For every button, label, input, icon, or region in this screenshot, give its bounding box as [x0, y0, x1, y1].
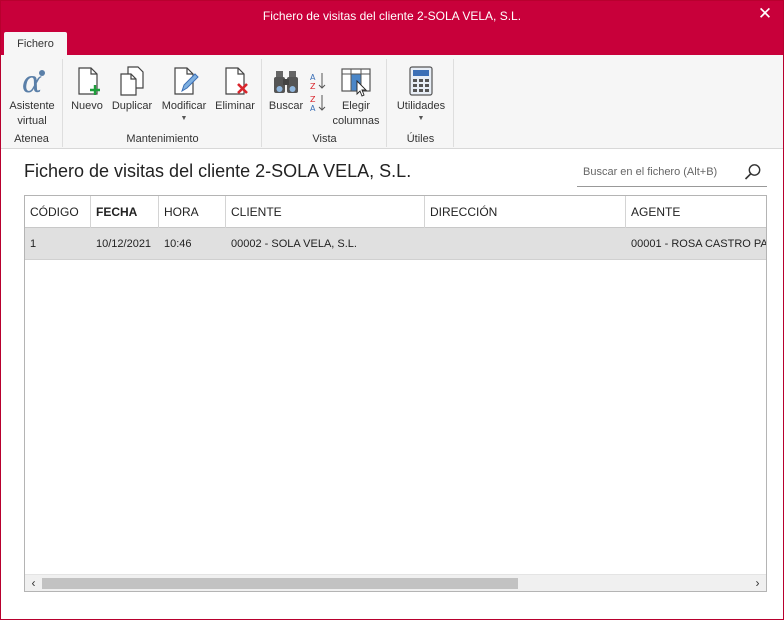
column-header-cliente[interactable]: CLIENTE: [226, 196, 425, 228]
column-header-direccion[interactable]: DIRECCIÓN: [425, 196, 626, 228]
asistente-label-2: virtual: [17, 115, 47, 127]
modificar-label: Modificar: [161, 100, 207, 112]
buscar-label: Buscar: [268, 100, 304, 112]
cell-codigo: 1: [30, 238, 37, 250]
column-header-hora[interactable]: HORA: [159, 196, 226, 228]
column-header-fecha[interactable]: FECHA: [91, 196, 159, 228]
table-row[interactable]: 1 10/12/2021 10:46 00002 - SOLA VELA, S.…: [25, 228, 766, 260]
group-label-utiles: Útiles: [406, 133, 435, 145]
new-document-icon: [78, 67, 100, 95]
ribbon-group-utiles: Utilidades ▼ Útiles: [388, 59, 454, 147]
sort-az-icon: A Z Z A: [310, 73, 326, 113]
nuevo-label: Nuevo: [71, 100, 103, 112]
svg-text:Z: Z: [310, 95, 316, 104]
ribbon-group-atenea: α Asistente virtual Atenea: [1, 59, 63, 147]
group-label-mantenimiento: Mantenimiento: [126, 133, 199, 145]
binoculars-icon: [274, 71, 298, 93]
search-icon[interactable]: [743, 162, 763, 182]
utilidades-label: Utilidades: [396, 100, 446, 112]
column-header-agente[interactable]: AGENTE: [626, 196, 766, 228]
search-input[interactable]: Buscar en el fichero (Alt+B): [577, 159, 767, 187]
title-bar: Fichero de visitas del cliente 2-SOLA VE…: [1, 1, 783, 31]
duplicate-icon: [120, 66, 144, 96]
page-title: Fichero de visitas del cliente 2-SOLA VE…: [24, 161, 412, 181]
scrollbar-thumb[interactable]: [42, 578, 518, 589]
svg-text:A: A: [310, 104, 316, 113]
ribbon: α Asistente virtual Atenea Nuevo Duplica…: [1, 55, 783, 149]
table-header: CÓDIGO FECHA HORA CLIENTE DIRECCIÓN AGEN…: [25, 196, 766, 228]
ribbon-group-vista: Buscar A Z Z A Elegir columnas Vista: [263, 59, 387, 147]
visits-table: CÓDIGO FECHA HORA CLIENTE DIRECCIÓN AGEN…: [24, 195, 767, 592]
elegir-label-1: Elegir: [341, 100, 371, 112]
nuevo-button[interactable]: Nuevo: [66, 61, 108, 127]
svg-text:α: α: [22, 65, 42, 97]
asistente-label-1: Asistente: [9, 100, 55, 112]
cell-cliente: 00002 - SOLA VELA, S.L.: [231, 238, 357, 250]
ribbon-tabstrip: Fichero: [1, 31, 783, 55]
ribbon-group-mantenimiento: Nuevo Duplicar Modificar ▼ Eliminar Mant…: [64, 59, 262, 147]
edit-document-icon: [174, 67, 199, 95]
cell-hora: 10:46: [164, 238, 192, 250]
alpha-icon: α: [22, 65, 45, 97]
duplicar-label: Duplicar: [111, 100, 153, 112]
close-button[interactable]: ✕: [755, 4, 775, 24]
tab-fichero[interactable]: Fichero: [4, 32, 67, 55]
svg-text:Z: Z: [310, 82, 316, 91]
elegir-columnas-button[interactable]: Elegir columnas: [329, 61, 383, 127]
window-title: Fichero de visitas del cliente 2-SOLA VE…: [262, 9, 522, 23]
app-window: Fichero de visitas del cliente 2-SOLA VE…: [0, 0, 784, 620]
utilidades-button[interactable]: Utilidades ▼: [391, 61, 451, 127]
search-placeholder: Buscar en el fichero (Alt+B): [583, 166, 718, 178]
cell-fecha: 10/12/2021: [96, 238, 152, 250]
group-label-vista: Vista: [312, 133, 337, 145]
elegir-label-2: columnas: [332, 115, 380, 127]
asistente-virtual-button[interactable]: α Asistente virtual: [3, 61, 61, 127]
modificar-button[interactable]: Modificar ▼: [157, 61, 211, 127]
duplicar-button[interactable]: Duplicar: [108, 61, 156, 127]
eliminar-button[interactable]: Eliminar: [212, 61, 258, 127]
eliminar-label: Eliminar: [215, 100, 255, 112]
scroll-left-icon[interactable]: ‹: [25, 575, 42, 591]
scroll-right-icon[interactable]: ›: [749, 575, 766, 591]
cell-agente: 00001 - ROSA CASTRO PA: [631, 238, 766, 250]
column-header-codigo[interactable]: CÓDIGO: [25, 196, 91, 228]
modificar-dropdown-icon: ▼: [180, 115, 188, 122]
buscar-button[interactable]: Buscar: [265, 61, 307, 127]
group-label-atenea: Atenea: [14, 133, 49, 145]
calculator-icon: [409, 66, 433, 96]
utilidades-dropdown-icon: ▼: [417, 115, 425, 122]
sort-button[interactable]: A Z Z A: [307, 61, 329, 127]
choose-columns-icon: [341, 68, 371, 97]
cell-direccion: [425, 228, 626, 260]
delete-document-icon: [225, 67, 248, 95]
horizontal-scrollbar[interactable]: ‹ ›: [25, 574, 766, 591]
svg-text:A: A: [310, 73, 316, 82]
